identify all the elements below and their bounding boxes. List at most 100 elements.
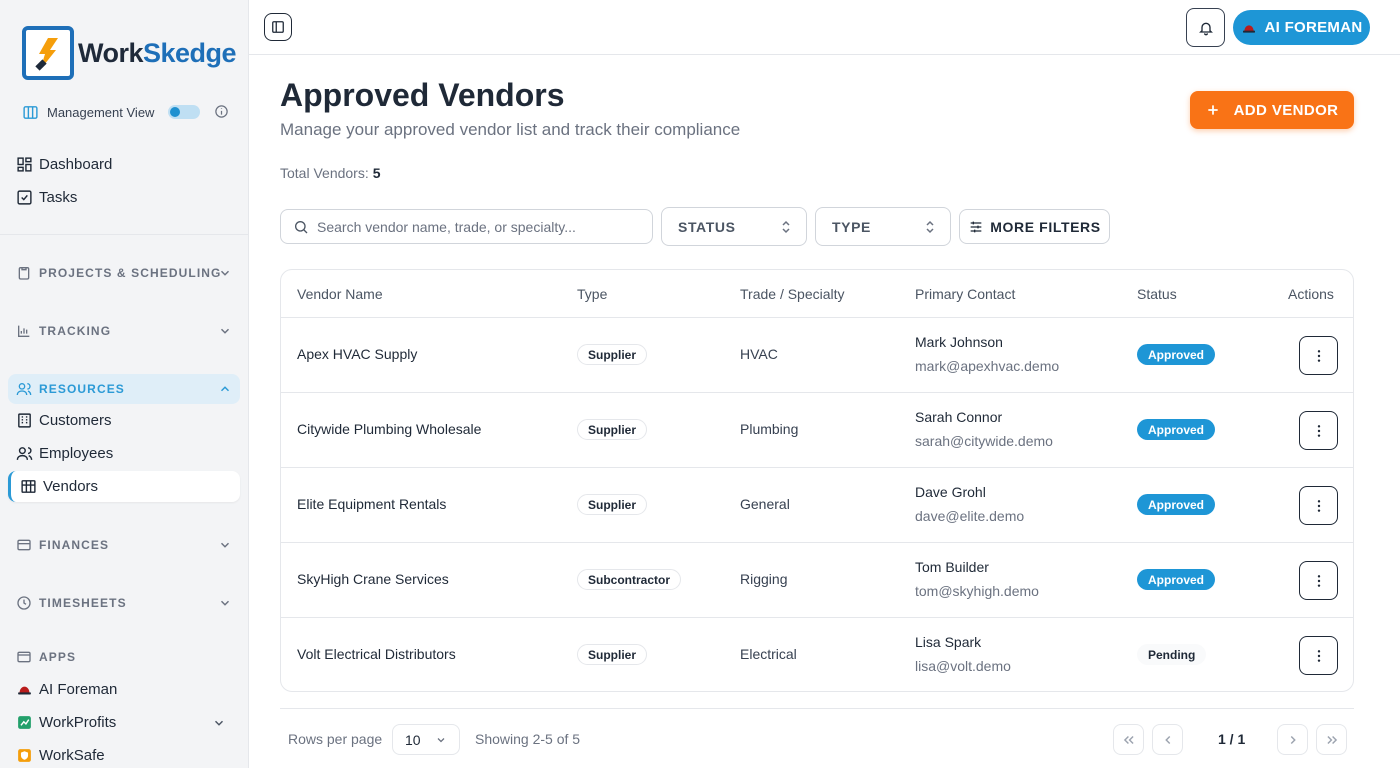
- type-filter-select[interactable]: TYPE: [815, 207, 951, 246]
- col-primary-contact[interactable]: Primary Contact: [915, 286, 1015, 302]
- table-row[interactable]: Citywide Plumbing Wholesale Supplier Plu…: [281, 393, 1353, 468]
- toggle-knob: [170, 107, 180, 117]
- sidebar-item-tasks[interactable]: Tasks: [8, 182, 240, 213]
- contact-email: lisa@volt.demo: [915, 658, 1011, 674]
- add-vendor-button[interactable]: ADD VENDOR: [1190, 91, 1354, 129]
- sidebar-item-worksafe[interactable]: WorkSafe: [8, 740, 240, 768]
- first-page-button[interactable]: [1113, 724, 1144, 755]
- type-badge: Supplier: [577, 644, 648, 665]
- rows-per-page-select[interactable]: 10: [392, 724, 460, 755]
- vendors-table: Vendor Name Type Trade / Specialty Prima…: [280, 269, 1354, 692]
- chevron-updown-icon: [926, 220, 934, 234]
- showing-range: Showing 2-5 of 5: [475, 731, 581, 747]
- rows-per-page-label: Rows per page: [288, 731, 383, 747]
- contact-name: Lisa Spark: [915, 634, 982, 650]
- row-actions-button[interactable]: [1299, 486, 1338, 525]
- trade: Plumbing: [740, 421, 799, 437]
- hard-hat-icon: [1242, 24, 1255, 33]
- kebab-icon: [1317, 574, 1320, 587]
- contact-name: Sarah Connor: [915, 409, 1003, 425]
- vendor-name[interactable]: SkyHigh Crane Services: [297, 571, 449, 587]
- total-vendors-value: 5: [372, 165, 381, 181]
- apps-icon: [17, 651, 31, 663]
- sidebar-item-ai-foreman[interactable]: AI Foreman: [8, 674, 240, 705]
- last-page-button[interactable]: [1316, 724, 1347, 755]
- table-row[interactable]: Apex HVAC Supply Supplier HVAC Mark John…: [281, 318, 1353, 393]
- contact-name: Tom Builder: [915, 559, 989, 575]
- contact-email: tom@skyhigh.demo: [915, 583, 1039, 599]
- row-actions-button[interactable]: [1299, 636, 1338, 675]
- status-filter-select[interactable]: STATUS: [661, 207, 807, 246]
- notifications-button[interactable]: [1186, 8, 1225, 47]
- contact-email: mark@apexhvac.demo: [915, 358, 1060, 374]
- row-actions-button[interactable]: [1299, 561, 1338, 600]
- row-actions-button[interactable]: [1299, 336, 1338, 375]
- row-actions-button[interactable]: [1299, 411, 1338, 450]
- search-box: [280, 209, 653, 244]
- col-type[interactable]: Type: [577, 286, 607, 302]
- table-row[interactable]: SkyHigh Crane Services Subcontractor Rig…: [281, 543, 1353, 618]
- workprofits-icon: [18, 716, 31, 729]
- sidebar-item-label: WorkSafe: [39, 747, 105, 764]
- sidebar-item-employees[interactable]: Employees: [8, 438, 240, 469]
- checkbox-icon: [17, 190, 32, 205]
- section-label: TIMESHEETS: [39, 596, 127, 610]
- page-subtitle: Manage your approved vendor list and tra…: [280, 120, 741, 139]
- prev-page-button[interactable]: [1152, 724, 1183, 755]
- type-badge: Supplier: [577, 494, 648, 515]
- section-apps: APPS: [8, 642, 240, 672]
- sidebar-divider: [0, 234, 249, 235]
- col-trade[interactable]: Trade / Specialty: [740, 286, 845, 302]
- toggle-sidebar-button[interactable]: [264, 13, 292, 41]
- workskedge-logo[interactable]: WorkSkedge: [22, 26, 237, 80]
- topbar: AI FOREMAN: [249, 0, 1400, 55]
- vendor-name[interactable]: Apex HVAC Supply: [297, 346, 417, 362]
- worksafe-icon: [18, 749, 31, 762]
- more-filters-button[interactable]: MORE FILTERS: [959, 209, 1110, 244]
- type-badge: Supplier: [577, 419, 648, 440]
- users-icon: [16, 383, 32, 396]
- type-badge: Subcontractor: [577, 569, 682, 590]
- info-icon[interactable]: [214, 104, 229, 119]
- clipboard-icon: [18, 267, 30, 280]
- vendor-name[interactable]: Volt Electrical Distributors: [297, 646, 456, 662]
- contact-name: Dave Grohl: [915, 484, 986, 500]
- ai-foreman-button[interactable]: AI FOREMAN: [1233, 10, 1370, 45]
- chevron-down-icon: [220, 270, 230, 276]
- section-tracking[interactable]: TRACKING: [8, 316, 240, 346]
- sidebar-item-dashboard[interactable]: Dashboard: [8, 149, 240, 180]
- trade: Electrical: [740, 646, 797, 662]
- search-icon: [295, 220, 308, 233]
- type-badge: Supplier: [577, 344, 648, 365]
- section-timesheets[interactable]: TIMESHEETS: [8, 588, 240, 618]
- vendor-name[interactable]: Citywide Plumbing Wholesale: [297, 421, 481, 437]
- users-icon: [16, 447, 33, 460]
- col-vendor-name[interactable]: Vendor Name: [297, 286, 383, 302]
- store-icon: [21, 480, 36, 493]
- status-badge: Approved: [1137, 344, 1216, 365]
- page-title: Approved Vendors: [280, 77, 565, 113]
- clock-icon: [17, 596, 31, 610]
- sidebar-item-label: Tasks: [39, 189, 78, 206]
- section-resources[interactable]: RESOURCES: [8, 374, 240, 404]
- status-badge: Approved: [1137, 569, 1216, 590]
- table-row[interactable]: Elite Equipment Rentals Supplier General…: [281, 468, 1353, 543]
- sidebar-item-label: Dashboard: [39, 156, 113, 173]
- search-input[interactable]: [317, 218, 637, 235]
- vendor-name[interactable]: Elite Equipment Rentals: [297, 496, 446, 512]
- ai-foreman-label: AI FOREMAN: [1264, 19, 1363, 36]
- building-icon: [18, 413, 31, 428]
- section-label: APPS: [39, 650, 77, 664]
- sidebar-item-workprofits[interactable]: WorkProfits: [8, 707, 240, 738]
- section-projects-scheduling[interactable]: PROJECTS & SCHEDULING: [8, 258, 240, 288]
- status-badge: Pending: [1137, 644, 1207, 665]
- sidebar-item-vendors[interactable]: Vendors: [8, 471, 240, 502]
- table-row[interactable]: Volt Electrical Distributors Supplier El…: [281, 618, 1353, 691]
- chevron-left-icon: [1164, 735, 1170, 744]
- management-view-toggle[interactable]: [168, 105, 200, 119]
- col-status[interactable]: Status: [1137, 286, 1177, 302]
- chevron-up-icon: [220, 386, 230, 392]
- next-page-button[interactable]: [1277, 724, 1308, 755]
- sidebar-item-customers[interactable]: Customers: [8, 405, 240, 436]
- section-finances[interactable]: FINANCES: [8, 530, 240, 560]
